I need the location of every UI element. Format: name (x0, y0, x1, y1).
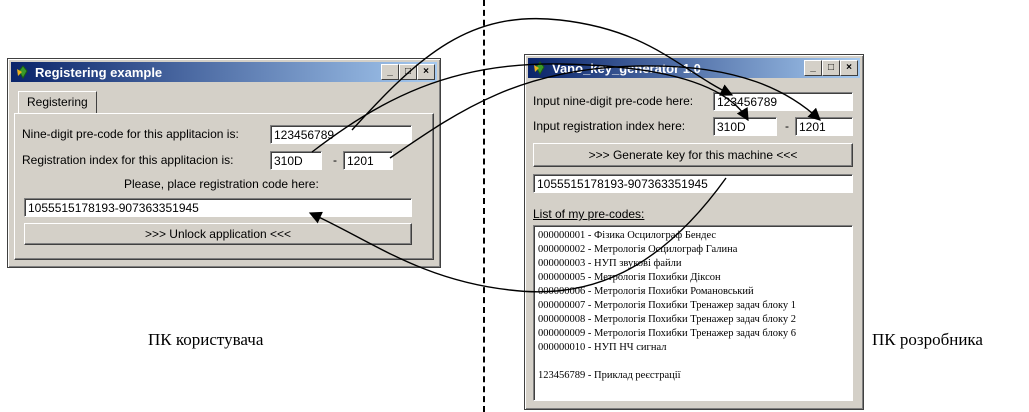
arrow-generated-key (308, 177, 727, 293)
arrow-index-part2 (389, 65, 821, 159)
arrow-precode (351, 18, 734, 131)
arrow-index-part1 (311, 63, 749, 153)
data-flow-arrows (308, 18, 821, 293)
